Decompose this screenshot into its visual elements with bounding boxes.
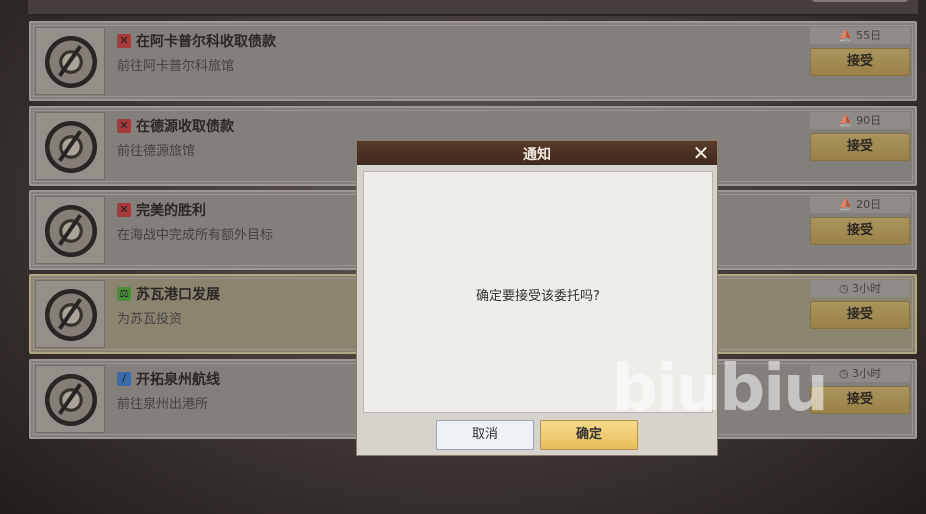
watermark: biubiu [612,352,829,426]
dialog-title: 通知 [523,147,551,163]
cancel-button[interactable]: 取消 [436,420,534,450]
dialog-message: 确定要接受该委托吗? [476,289,600,304]
dialog-header: 通知 ✕ [357,141,717,165]
close-icon[interactable]: ✕ [690,142,712,164]
